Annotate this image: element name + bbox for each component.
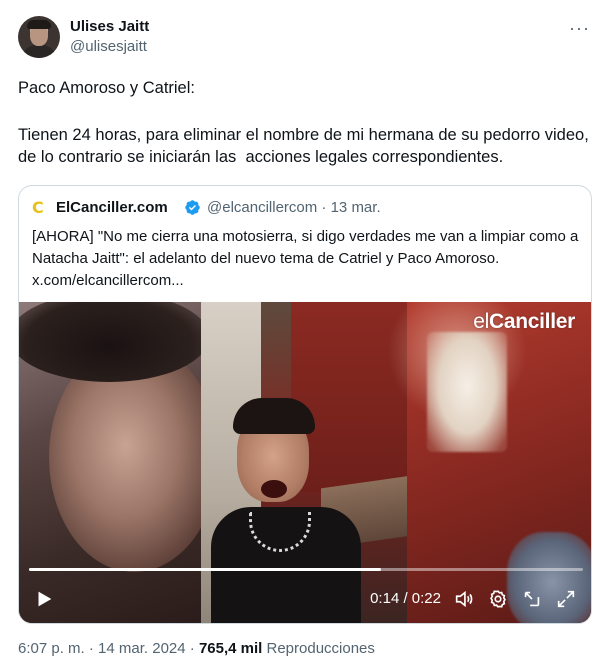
video-player[interactable]: elCanciller 0:14 / 0:22 <box>19 302 591 623</box>
elcanciller-watermark: elCanciller <box>473 310 575 333</box>
quoted-tweet-header: C ElCanciller.com @elcancillercom · 13 m… <box>32 198 581 218</box>
tweet-text-line-1: Paco Amoroso y Catriel: <box>18 79 195 97</box>
quoted-tweet-text: [AHORA] "No me cierra una motosierra, si… <box>32 226 582 292</box>
quoted-link[interactable]: x.com/elcancillercom... <box>32 270 582 292</box>
tweet-header: Ulises Jaitt @ulisesjaitt ··· <box>18 16 592 60</box>
tweet: Ulises Jaitt @ulisesjaitt ··· Paco Amoro… <box>0 0 610 671</box>
video-progress-bar[interactable] <box>29 568 583 571</box>
play-icon[interactable] <box>33 588 55 610</box>
quoted-text: [AHORA] "No me cierra una motosierra, si… <box>32 228 579 267</box>
quoted-handle-date[interactable]: @elcancillercom · 13 mar. <box>207 199 381 216</box>
video-progress-fill <box>29 568 382 571</box>
author-handle[interactable]: @ulisesjaitt <box>70 38 147 55</box>
verified-badge-icon <box>185 200 200 215</box>
quoted-tweet[interactable]: C ElCanciller.com @elcancillercom · 13 m… <box>18 185 592 624</box>
elcanciller-logo-icon: C <box>32 198 44 217</box>
volume-icon[interactable] <box>453 588 475 610</box>
video-time: 0:14 / 0:22 <box>370 590 441 607</box>
view-count: 765,4 mil <box>198 640 263 657</box>
avatar[interactable] <box>18 16 60 58</box>
video-panel-left <box>19 302 219 623</box>
video-panel-right <box>387 302 591 623</box>
quoted-author-name[interactable]: ElCanciller.com <box>56 199 168 216</box>
views-label: Reproducciones <box>262 640 375 657</box>
expand-icon[interactable] <box>521 588 543 610</box>
author-name[interactable]: Ulises Jaitt <box>70 18 149 35</box>
tweet-timestamp[interactable]: 6:07 p. m. · 14 mar. 2024 · <box>18 640 199 657</box>
tweet-footer: 6:07 p. m. · 14 mar. 2024 · 765,4 mil Re… <box>18 640 375 657</box>
video-panel-center <box>201 302 411 623</box>
video-controls: 0:14 / 0:22 <box>19 582 591 616</box>
settings-gear-icon[interactable] <box>487 588 509 610</box>
tweet-text-line-2: Tienen 24 horas, para eliminar el nombre… <box>18 126 594 166</box>
fullscreen-icon[interactable] <box>555 588 577 610</box>
more-options-icon[interactable]: ··· <box>569 18 590 39</box>
